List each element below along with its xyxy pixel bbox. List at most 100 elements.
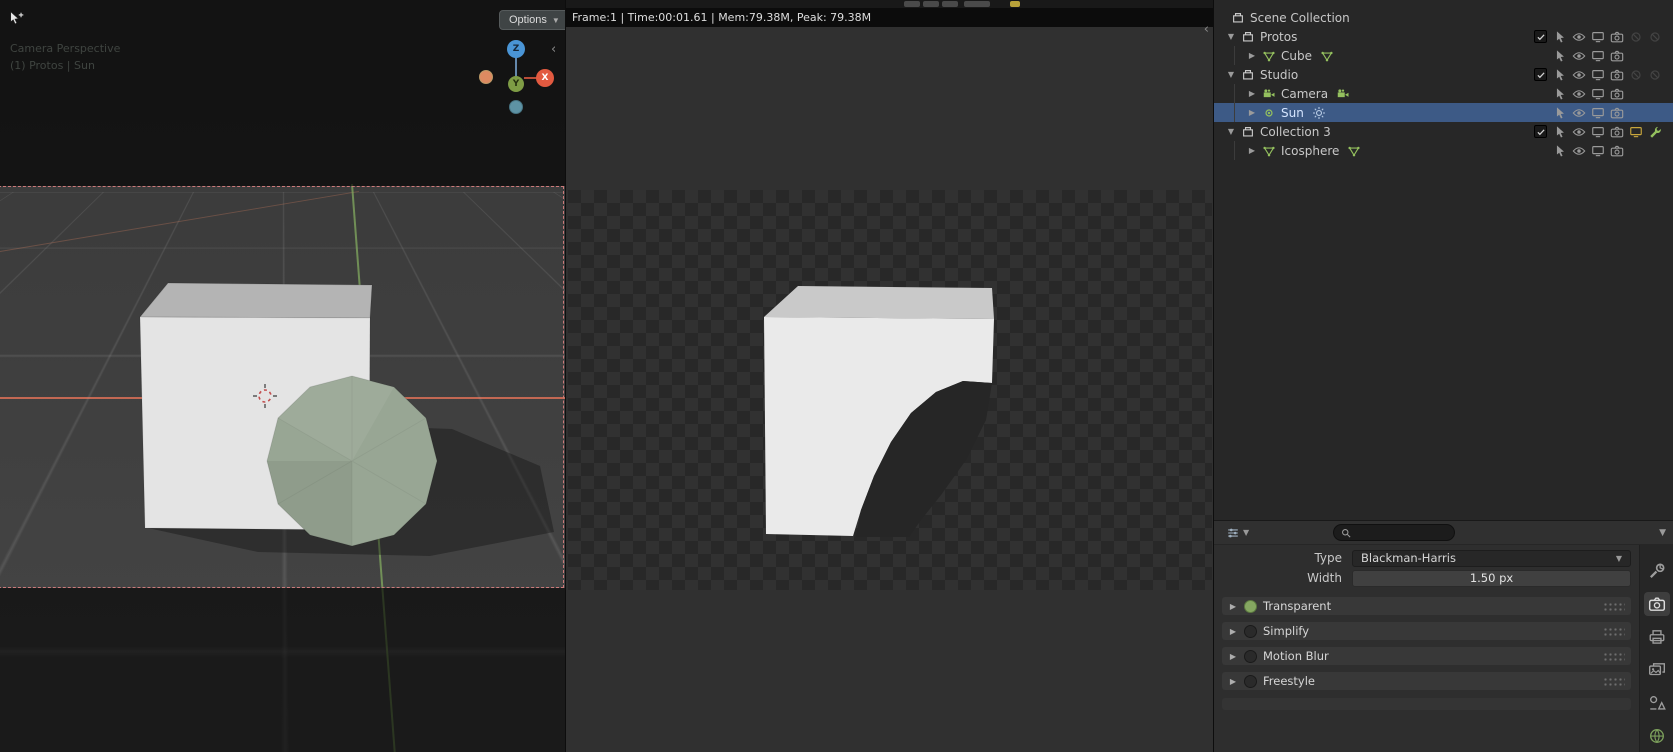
disable-viewports-icon[interactable] xyxy=(1591,125,1605,139)
outliner-row-studio[interactable]: ▼ Studio xyxy=(1214,65,1673,84)
hide-viewport-eye-icon[interactable] xyxy=(1572,68,1586,82)
panel-expand-icon[interactable]: ▶ xyxy=(1228,652,1238,661)
indirect-only-icon[interactable] xyxy=(1648,30,1662,44)
disclosure-open-icon[interactable]: ▼ xyxy=(1224,70,1238,79)
simplify-checkbox[interactable] xyxy=(1244,625,1257,638)
holdout-override-icon[interactable] xyxy=(1629,125,1643,139)
collection-checkbox[interactable] xyxy=(1534,125,1547,138)
outliner-row-scene-collection[interactable]: Scene Collection xyxy=(1214,8,1673,27)
selectable-toggle-icon[interactable] xyxy=(1553,87,1567,101)
indirect-only-icon[interactable] xyxy=(1648,68,1662,82)
options-button[interactable]: Options ▼ xyxy=(499,10,565,30)
disable-viewports-icon[interactable] xyxy=(1591,106,1605,120)
tab-output-properties[interactable] xyxy=(1644,625,1670,649)
disable-viewports-icon[interactable] xyxy=(1591,144,1605,158)
panel-expand-icon[interactable]: ▶ xyxy=(1228,677,1238,686)
outliner-row-icosphere[interactable]: ▶ Icosphere xyxy=(1214,141,1673,160)
selectable-toggle-icon[interactable] xyxy=(1553,106,1567,120)
hide-viewport-eye-icon[interactable] xyxy=(1572,125,1586,139)
disable-render-icon[interactable] xyxy=(1610,68,1624,82)
tab-scene-properties[interactable] xyxy=(1644,691,1670,715)
disable-render-icon[interactable] xyxy=(1610,49,1624,63)
transparent-checkbox[interactable] xyxy=(1244,600,1257,613)
outliner-editor[interactable]: Scene Collection ▼ Protos xyxy=(1214,0,1673,520)
filter-width-field[interactable]: 1.50 px xyxy=(1352,570,1631,587)
hide-viewport-eye-icon[interactable] xyxy=(1572,144,1586,158)
tab-view-layer-properties[interactable] xyxy=(1644,658,1670,682)
outliner-row-sun-selected[interactable]: ▶ Sun xyxy=(1214,103,1673,122)
search-input[interactable] xyxy=(1356,526,1448,539)
outliner-row-protos[interactable]: ▼ Protos xyxy=(1214,27,1673,46)
header-button[interactable] xyxy=(964,1,990,7)
holdout-icon[interactable] xyxy=(1629,68,1643,82)
header-button[interactable] xyxy=(923,1,939,7)
hide-viewport-eye-icon[interactable] xyxy=(1572,106,1586,120)
chevron-down-icon[interactable]: ▼ xyxy=(1659,528,1666,538)
header-button-active[interactable] xyxy=(1010,1,1020,7)
header-button[interactable] xyxy=(904,1,920,7)
wrench-icon[interactable] xyxy=(1648,125,1662,139)
outliner-row-collection-3[interactable]: ▼ Collection 3 xyxy=(1214,122,1673,141)
viewport-3d[interactable]: Camera Perspective (1) Protos | Sun Opti… xyxy=(0,0,565,752)
panel-drag-handle[interactable] xyxy=(1603,627,1625,636)
hide-viewport-eye-icon[interactable] xyxy=(1572,30,1586,44)
pixel-filter-type-dropdown[interactable]: Blackman-Harris ▼ xyxy=(1352,550,1631,567)
disable-viewports-icon[interactable] xyxy=(1591,49,1605,63)
disable-render-icon[interactable] xyxy=(1610,144,1624,158)
render-properties-panel: Type Blackman-Harris ▼ Width 1.50 px ▶ T… xyxy=(1214,545,1640,752)
selectable-toggle-icon[interactable] xyxy=(1553,49,1567,63)
header-button[interactable] xyxy=(942,1,958,7)
disclosure-closed-icon[interactable]: ▶ xyxy=(1245,108,1259,117)
disclosure-open-icon[interactable]: ▼ xyxy=(1224,127,1238,136)
panel-expand-icon[interactable]: ▶ xyxy=(1228,627,1238,636)
selectable-toggle-icon[interactable] xyxy=(1553,68,1567,82)
region-collapse-chevron[interactable]: ‹ xyxy=(1204,22,1209,37)
tab-tool[interactable] xyxy=(1644,559,1670,583)
outliner-row-camera[interactable]: ▶ Camera xyxy=(1214,84,1673,103)
disable-render-icon[interactable] xyxy=(1610,106,1624,120)
render-result-view[interactable]: Frame:1 | Time:00:01.61 | Mem:79.38M, Pe… xyxy=(565,0,1213,752)
outliner-row-cube[interactable]: ▶ Cube xyxy=(1214,46,1673,65)
navigation-gizmo[interactable]: Z X Y xyxy=(478,40,565,120)
holdout-icon[interactable] xyxy=(1629,30,1643,44)
gizmo-neg-z-axis[interactable] xyxy=(509,100,523,114)
partial-panel-header[interactable] xyxy=(1222,698,1631,710)
motion-blur-checkbox[interactable] xyxy=(1244,650,1257,663)
panel-drag-handle[interactable] xyxy=(1603,602,1625,611)
disable-render-icon[interactable] xyxy=(1610,125,1624,139)
properties-editor[interactable]: ▼ ▼ Type Blackman-Harris ▼ Width xyxy=(1214,520,1673,752)
selectable-toggle-icon[interactable] xyxy=(1553,125,1567,139)
disclosure-open-icon[interactable]: ▼ xyxy=(1224,32,1238,41)
selectable-toggle-icon[interactable] xyxy=(1553,30,1567,44)
disable-viewports-icon[interactable] xyxy=(1591,68,1605,82)
panel-drag-handle[interactable] xyxy=(1603,652,1625,661)
panel-freestyle[interactable]: ▶ Freestyle xyxy=(1222,672,1631,690)
collection-checkbox[interactable] xyxy=(1534,68,1547,81)
selectable-toggle-icon[interactable] xyxy=(1553,144,1567,158)
panel-simplify[interactable]: ▶ Simplify xyxy=(1222,622,1631,640)
gizmo-y-axis[interactable]: Y xyxy=(508,76,524,92)
disable-viewports-icon[interactable] xyxy=(1591,30,1605,44)
collection-checkbox[interactable] xyxy=(1534,30,1547,43)
panel-drag-handle[interactable] xyxy=(1603,677,1625,686)
disable-viewports-icon[interactable] xyxy=(1591,87,1605,101)
gizmo-neg-x-axis[interactable] xyxy=(479,70,493,84)
panel-motion-blur[interactable]: ▶ Motion Blur xyxy=(1222,647,1631,665)
mesh-data-icon xyxy=(1320,49,1334,63)
disable-render-icon[interactable] xyxy=(1610,30,1624,44)
disable-render-icon[interactable] xyxy=(1610,87,1624,101)
panel-transparent[interactable]: ▶ Transparent xyxy=(1222,597,1631,615)
disclosure-closed-icon[interactable]: ▶ xyxy=(1245,146,1259,155)
tab-world-properties[interactable] xyxy=(1644,724,1670,748)
hide-viewport-eye-icon[interactable] xyxy=(1572,87,1586,101)
properties-search[interactable] xyxy=(1333,524,1455,541)
gizmo-x-axis[interactable]: X xyxy=(536,69,554,87)
freestyle-checkbox[interactable] xyxy=(1244,675,1257,688)
hide-viewport-eye-icon[interactable] xyxy=(1572,49,1586,63)
panel-expand-icon[interactable]: ▶ xyxy=(1228,602,1238,611)
editor-type-button[interactable]: ▼ xyxy=(1226,526,1249,540)
disclosure-closed-icon[interactable]: ▶ xyxy=(1245,89,1259,98)
disclosure-closed-icon[interactable]: ▶ xyxy=(1245,51,1259,60)
tab-render-properties[interactable] xyxy=(1644,592,1670,616)
gizmo-z-axis[interactable]: Z xyxy=(507,40,525,58)
